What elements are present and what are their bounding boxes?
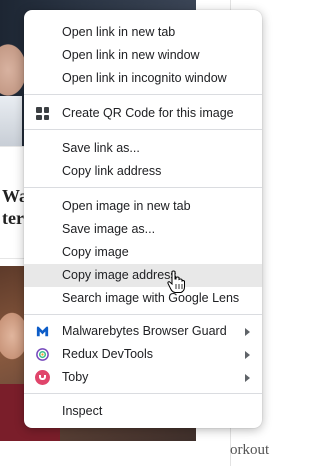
menu-item-copy-image[interactable]: Copy image bbox=[24, 241, 262, 264]
menu-separator bbox=[24, 129, 262, 130]
menu-item-copy-image-address[interactable]: Copy image address bbox=[24, 264, 262, 287]
menu-item-toby[interactable]: Toby bbox=[24, 366, 262, 389]
submenu-arrow-icon bbox=[245, 374, 250, 382]
menu-item-label: Redux DevTools bbox=[62, 347, 154, 361]
menu-item-create-qr-code[interactable]: Create QR Code for this image bbox=[24, 102, 262, 125]
menu-item-label: Copy image address bbox=[62, 268, 177, 282]
menu-item-open-link-new-tab[interactable]: Open link in new tab bbox=[24, 21, 262, 44]
menu-separator bbox=[24, 187, 262, 188]
menu-item-label: Open link in new tab bbox=[62, 25, 176, 39]
menu-item-malwarebytes[interactable]: Malwarebytes Browser Guard bbox=[24, 320, 262, 343]
menu-item-inspect[interactable]: Inspect bbox=[24, 400, 262, 423]
menu-item-label: Toby bbox=[62, 370, 89, 384]
menu-separator bbox=[24, 94, 262, 95]
menu-item-open-image-new-tab[interactable]: Open image in new tab bbox=[24, 195, 262, 218]
menu-item-label: Open link in incognito window bbox=[62, 71, 227, 85]
menu-item-copy-link-address[interactable]: Copy link address bbox=[24, 160, 262, 183]
menu-item-search-image-google-lens[interactable]: Search image with Google Lens bbox=[24, 287, 262, 310]
menu-item-label: Save image as... bbox=[62, 222, 156, 236]
redux-devtools-icon bbox=[35, 347, 50, 362]
menu-item-label: Open image in new tab bbox=[62, 199, 191, 213]
menu-item-label: Create QR Code for this image bbox=[62, 106, 234, 120]
menu-item-label: Copy image bbox=[62, 245, 129, 259]
menu-item-label: Copy link address bbox=[62, 164, 162, 178]
hand-cursor-icon bbox=[167, 270, 185, 293]
menu-item-save-link-as[interactable]: Save link as... bbox=[24, 137, 262, 160]
menu-separator bbox=[24, 393, 262, 394]
menu-item-label: Malwarebytes Browser Guard bbox=[62, 324, 227, 338]
menu-item-redux-devtools[interactable]: Redux DevTools bbox=[24, 343, 262, 366]
sidebar-text-fragment: orkout bbox=[230, 442, 270, 458]
headline-fragment[interactable]: ter bbox=[2, 208, 24, 229]
menu-separator bbox=[24, 314, 262, 315]
menu-item-label: Open link in new window bbox=[62, 48, 200, 62]
photo-detail bbox=[0, 96, 22, 146]
menu-item-open-link-new-window[interactable]: Open link in new window bbox=[24, 44, 262, 67]
menu-item-label: Inspect bbox=[62, 404, 103, 418]
menu-item-save-image-as[interactable]: Save image as... bbox=[24, 218, 262, 241]
menu-item-label: Search image with Google Lens bbox=[62, 291, 240, 305]
context-menu: Open link in new tab Open link in new wi… bbox=[24, 10, 262, 428]
menu-item-label: Save link as... bbox=[62, 141, 140, 155]
malwarebytes-icon bbox=[35, 324, 50, 339]
menu-item-open-link-incognito[interactable]: Open link in incognito window bbox=[24, 67, 262, 90]
submenu-arrow-icon bbox=[245, 328, 250, 336]
submenu-arrow-icon bbox=[245, 351, 250, 359]
qr-code-icon bbox=[35, 106, 50, 121]
toby-icon bbox=[35, 370, 50, 385]
